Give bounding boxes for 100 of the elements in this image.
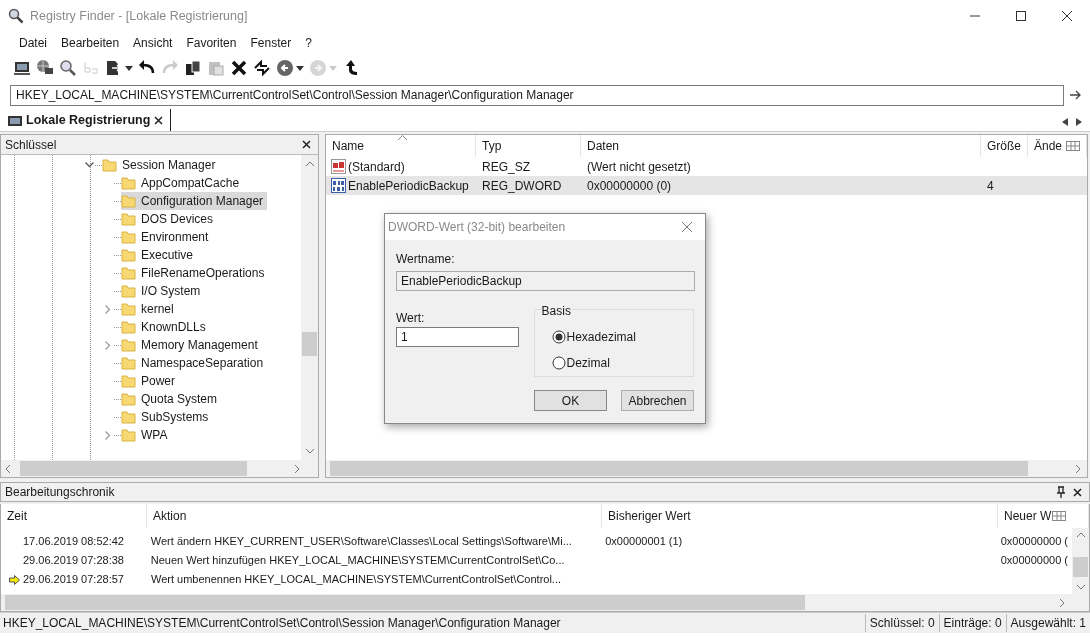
close-button[interactable] — [681, 220, 695, 234]
close-icon — [1061, 10, 1073, 22]
tree-item[interactable]: AppCompatCache — [121, 174, 244, 192]
radio-button[interactable]: Hexadezimal — [551, 328, 693, 346]
tree-item[interactable]: SubSystems — [121, 408, 213, 426]
delete-icon — [230, 59, 248, 77]
table-cell: REG_DWORD — [482, 178, 562, 193]
menu-item[interactable]: Ansicht — [126, 32, 180, 54]
column-header[interactable]: Name — [326, 135, 476, 157]
table-cell: 4 — [987, 178, 994, 193]
tree-item[interactable]: Environment — [121, 228, 213, 246]
menu-item[interactable]: Bearbeiten — [54, 32, 127, 54]
field-label: Wert: — [396, 310, 426, 325]
dialog-title: DWORD-Wert (32-bit) bearbeiten — [388, 219, 566, 236]
scrollbar-thumb[interactable] — [1073, 557, 1088, 577]
horizontal-scrollbar[interactable] — [1, 460, 318, 477]
menu-item[interactable]: Favoriten — [179, 32, 244, 54]
swap-arrows-icon — [253, 59, 271, 77]
close-panel-button[interactable] — [302, 138, 314, 151]
status-text: Einträge: 0 — [938, 614, 1006, 632]
column-chooser-icon — [1066, 141, 1080, 151]
table-row[interactable]: (Standard) REG_SZ (Wert nicht gesetzt) — [326, 157, 1087, 176]
tree-item[interactable]: Power — [121, 372, 179, 390]
pin-icon — [1057, 486, 1065, 498]
cancel-button[interactable]: Abbrechen — [621, 390, 694, 411]
column-header[interactable]: Größe — [981, 135, 1028, 157]
column-header[interactable]: Ände — [1028, 135, 1087, 157]
table-row[interactable]: EnablePeriodicBackup REG_DWORD 0x00000000 (0) 4 — [326, 176, 1087, 195]
menu-item[interactable]: Fenster — [243, 32, 299, 54]
column-header[interactable]: Zeit — [1, 504, 147, 528]
horizontal-scrollbar[interactable] — [326, 460, 1087, 477]
maximize-icon — [1015, 10, 1027, 22]
folder-icon — [121, 301, 136, 317]
table-cell-text: 17.06.2019 08:52:42 — [23, 534, 124, 550]
vertical-scrollbar[interactable] — [1072, 528, 1089, 594]
scroll-up-icon — [305, 161, 314, 166]
scrollbar-thumb[interactable] — [302, 332, 317, 356]
column-header[interactable]: Bisheriger Wert — [602, 504, 998, 528]
vertical-scrollbar[interactable] — [301, 155, 318, 460]
tree-item[interactable]: kernel — [121, 300, 178, 318]
table-cell: 0x00000000 (0) — [587, 178, 672, 193]
value-name-field[interactable]: EnablePeriodicBackup — [396, 271, 695, 291]
network-computer-icon — [36, 59, 54, 77]
menu-item[interactable]: Datei — [12, 32, 54, 54]
rename-icon — [82, 59, 100, 77]
column-header[interactable]: Daten — [581, 135, 981, 157]
folder-icon — [121, 355, 136, 371]
folder-icon — [121, 409, 136, 425]
scrollbar-thumb[interactable] — [330, 461, 1028, 476]
folder-icon — [121, 247, 136, 263]
table-cell: Wert umbenennen HKEY_LOCAL_MACHINE\SYSTEM\CurrentControlSet\Control... — [151, 573, 562, 586]
computer-icon — [13, 59, 31, 77]
folder-icon — [121, 193, 136, 209]
tree-item[interactable]: FileRenameOperations — [121, 264, 269, 282]
folder-icon — [121, 391, 136, 407]
radio-button[interactable]: Dezimal — [551, 354, 693, 372]
app-icon — [8, 8, 24, 24]
close-icon — [154, 115, 164, 125]
window-title: Registry Finder - [Lokale Registrierung] — [30, 7, 248, 25]
back-icon — [276, 59, 294, 77]
table-cell-text: EnablePeriodicBackup — [348, 177, 469, 195]
column-header[interactable]: Typ — [476, 135, 581, 157]
copy-icon — [184, 59, 202, 77]
close-icon — [1073, 487, 1082, 497]
table-cell-text: 29.06.2019 07:28:57 — [23, 572, 124, 588]
value-field[interactable]: 1 — [396, 327, 519, 347]
tree-item[interactable]: Session Manager — [102, 156, 220, 174]
panel-title: Bearbeitungschronik — [5, 484, 115, 501]
table-cell: REG_SZ — [482, 159, 530, 174]
scrollbar-thumb[interactable] — [5, 595, 805, 610]
scroll-right-icon — [1060, 598, 1065, 607]
folder-icon — [121, 265, 136, 281]
tree-item[interactable]: NamespaceSeparation — [121, 354, 268, 372]
scrollbar-thumb[interactable] — [20, 461, 247, 476]
tree-item[interactable]: I/O System — [121, 282, 205, 300]
folder-icon — [121, 175, 136, 191]
tree-item[interactable]: WPA — [121, 426, 172, 444]
table-cell-text: 29.06.2019 07:28:38 — [23, 553, 124, 569]
tree-item[interactable]: DOS Devices — [121, 210, 218, 228]
table-cell-text: (Standard) — [348, 158, 405, 176]
menu-item[interactable]: ? — [298, 32, 319, 54]
tree-item[interactable]: Quota System — [121, 390, 222, 408]
folder-icon — [102, 157, 117, 173]
tree-item[interactable]: Executive — [121, 246, 198, 264]
column-header[interactable]: Aktion — [147, 504, 602, 528]
address-field[interactable]: HKEY_LOCAL_MACHINE\SYSTEM\CurrentControlSet\Control\Session Manager\Configuration Manager — [10, 84, 1064, 106]
scroll-up-icon — [1076, 532, 1085, 537]
horizontal-scrollbar[interactable] — [1, 594, 1089, 611]
folder-icon — [121, 211, 136, 227]
caret-icon — [125, 65, 133, 71]
tree-item[interactable]: Memory Management — [121, 336, 262, 354]
binary-value-icon — [331, 178, 346, 193]
scroll-right-icon — [1076, 464, 1081, 473]
tab[interactable]: Lokale Registrierung — [6, 109, 172, 131]
ok-button[interactable]: OK — [534, 390, 607, 411]
tree-item[interactable]: KnownDLLs — [121, 318, 210, 336]
tree-item[interactable]: Configuration Manager — [121, 192, 268, 210]
tab-label: Lokale Registrierung — [26, 111, 151, 129]
computer-icon — [6, 113, 22, 127]
close-panel-button[interactable] — [1073, 486, 1085, 498]
